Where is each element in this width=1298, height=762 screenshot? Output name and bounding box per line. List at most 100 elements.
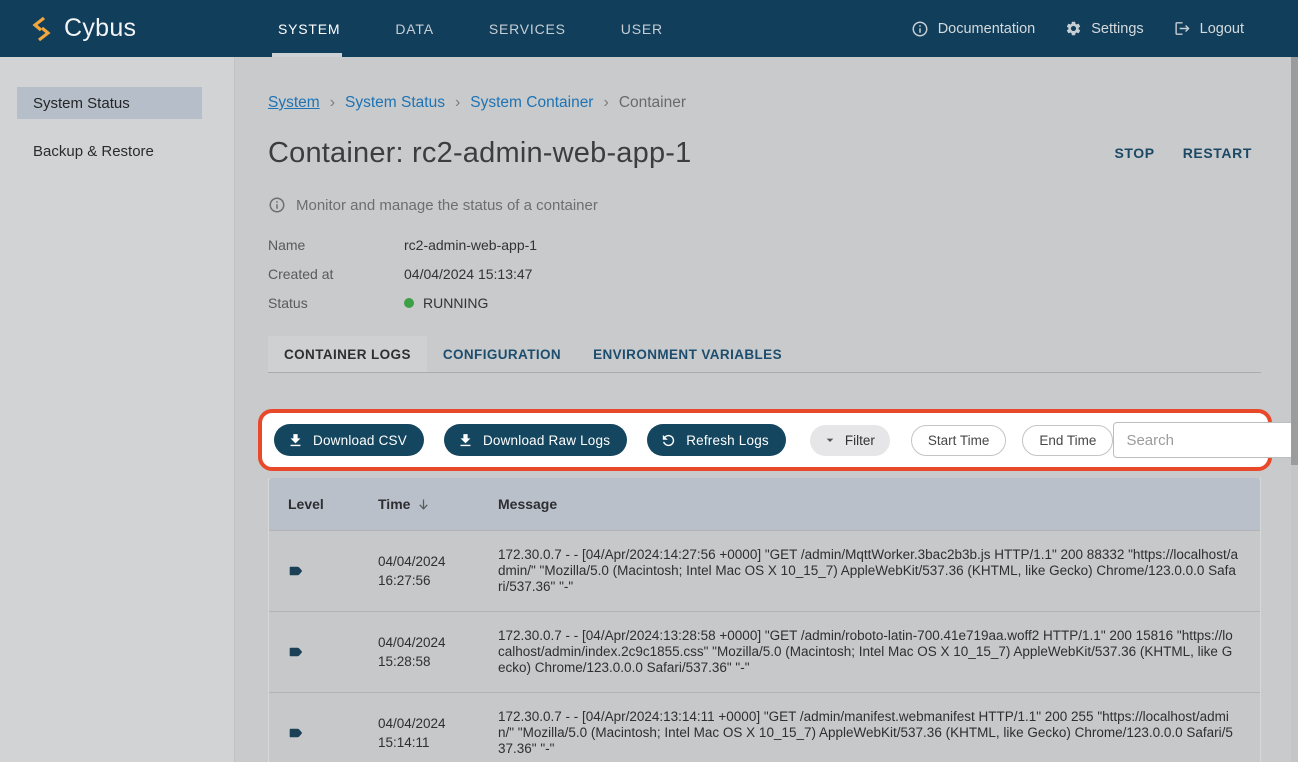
breadcrumb-separator: ›: [330, 94, 335, 112]
info-icon: [268, 196, 286, 214]
sidebar-item-system-status[interactable]: System Status: [17, 87, 202, 119]
refresh-icon: [660, 432, 677, 449]
log-time-date: 04/04/2024: [378, 552, 498, 571]
log-time-clock: 15:14:11: [378, 733, 498, 752]
breadcrumb-current: Container: [619, 94, 686, 112]
detail-row-created: Created at 04/04/2024 15:13:47: [268, 265, 1261, 282]
column-header-level: Level: [269, 496, 378, 512]
navbar-actions: Documentation Settings Logout: [911, 0, 1244, 57]
table-row: 04/04/2024 15:28:58 172.30.0.7 - - [04/A…: [269, 611, 1260, 692]
chevron-down-icon: [822, 432, 838, 448]
download-raw-logs-label: Download Raw Logs: [483, 433, 610, 448]
search-box: [1113, 422, 1298, 458]
log-message-cell: 172.30.0.7 - - [04/Apr/2024:14:27:56 +00…: [498, 547, 1260, 596]
filter-label: Filter: [845, 433, 875, 448]
tab-container-logs[interactable]: CONTAINER LOGS: [268, 336, 427, 372]
download-icon: [457, 432, 474, 449]
documentation-label: Documentation: [938, 21, 1036, 37]
table-row: 04/04/2024 15:14:11 172.30.0.7 - - [04/A…: [269, 692, 1260, 762]
detail-label: Created at: [268, 266, 404, 282]
filter-dropdown[interactable]: Filter: [810, 425, 890, 456]
toolbar-highlight-annotation: Download CSV Download Raw Logs Refresh L…: [258, 409, 1272, 471]
main-content: System › System Status › System Containe…: [236, 57, 1298, 762]
page-title: Container: rc2-admin-web-app-1: [268, 137, 691, 170]
detail-value-created: 04/04/2024 15:13:47: [404, 266, 532, 282]
log-level-cell: [269, 726, 378, 740]
brand-logo[interactable]: Cybus: [30, 0, 136, 57]
detail-row-status: Status RUNNING: [268, 294, 1261, 311]
log-time-cell: 04/04/2024 15:28:58: [378, 633, 498, 671]
app-window: Cybus SYSTEM DATA SERVICES USER Document…: [0, 0, 1298, 762]
log-level-cell: [269, 564, 378, 578]
search-input[interactable]: [1126, 432, 1298, 449]
log-level-cell: [269, 645, 378, 659]
documentation-link[interactable]: Documentation: [911, 20, 1036, 38]
title-row: Container: rc2-admin-web-app-1 STOP REST…: [268, 132, 1261, 174]
detail-label: Status: [268, 295, 404, 311]
column-header-time-label: Time: [378, 496, 410, 512]
column-header-time[interactable]: Time: [378, 496, 498, 512]
logs-table: Level Time Message 04/04/2024 16:27:56 1…: [268, 478, 1261, 762]
logout-link[interactable]: Logout: [1174, 20, 1244, 37]
download-csv-label: Download CSV: [313, 433, 407, 448]
download-raw-logs-button[interactable]: Download Raw Logs: [444, 424, 627, 456]
log-level-label-icon: [288, 645, 303, 659]
log-time-cell: 04/04/2024 15:14:11: [378, 714, 498, 752]
status-text: RUNNING: [423, 295, 488, 311]
start-time-button[interactable]: Start Time: [911, 425, 1007, 456]
refresh-logs-label: Refresh Logs: [686, 433, 769, 448]
primary-nav: SYSTEM DATA SERVICES USER: [278, 0, 663, 57]
nav-tab-services[interactable]: SERVICES: [489, 21, 566, 37]
log-time-date: 04/04/2024: [378, 714, 498, 733]
settings-label: Settings: [1091, 21, 1143, 37]
sidebar-item-backup-restore[interactable]: Backup & Restore: [17, 135, 202, 167]
container-details: Name rc2-admin-web-app-1 Created at 04/0…: [268, 236, 1261, 311]
end-time-button[interactable]: End Time: [1022, 425, 1113, 456]
refresh-logs-button[interactable]: Refresh Logs: [647, 424, 786, 456]
breadcrumb-separator: ›: [603, 94, 608, 112]
restart-button[interactable]: RESTART: [1183, 145, 1252, 161]
column-header-message: Message: [498, 496, 1260, 512]
top-navbar: Cybus SYSTEM DATA SERVICES USER Document…: [0, 0, 1298, 57]
detail-row-name: Name rc2-admin-web-app-1: [268, 236, 1261, 253]
download-csv-button[interactable]: Download CSV: [274, 424, 424, 456]
gear-icon: [1065, 20, 1082, 37]
table-header: Level Time Message: [269, 478, 1260, 530]
status-badge: RUNNING: [404, 295, 488, 311]
breadcrumb-system[interactable]: System: [268, 94, 320, 112]
log-time-clock: 15:28:58: [378, 652, 498, 671]
log-time-clock: 16:27:56: [378, 571, 498, 590]
subtitle-row: Monitor and manage the status of a conta…: [268, 196, 1261, 214]
log-message-cell: 172.30.0.7 - - [04/Apr/2024:13:28:58 +00…: [498, 628, 1260, 677]
nav-tab-system[interactable]: SYSTEM: [278, 21, 340, 37]
stop-button[interactable]: STOP: [1114, 145, 1154, 161]
brand-name: Cybus: [64, 14, 136, 43]
breadcrumb-system-status[interactable]: System Status: [345, 94, 445, 112]
scrollbar-thumb[interactable]: [1291, 57, 1298, 465]
log-time-date: 04/04/2024: [378, 633, 498, 652]
log-time-cell: 04/04/2024 16:27:56: [378, 552, 498, 590]
settings-link[interactable]: Settings: [1065, 20, 1143, 37]
breadcrumb-system-container[interactable]: System Container: [470, 94, 593, 112]
active-tab-indicator: [272, 53, 342, 57]
download-icon: [287, 432, 304, 449]
log-message-cell: 172.30.0.7 - - [04/Apr/2024:13:14:11 +00…: [498, 709, 1260, 758]
status-running-dot: [404, 298, 414, 308]
nav-tab-data[interactable]: DATA: [395, 21, 433, 37]
log-level-label-icon: [288, 726, 303, 740]
cybus-logo-icon: [30, 15, 54, 43]
nav-tab-user[interactable]: USER: [621, 21, 663, 37]
vertical-scrollbar: [1291, 57, 1298, 762]
sort-desc-arrow-icon: [416, 497, 431, 512]
detail-label: Name: [268, 237, 404, 253]
logout-icon: [1174, 20, 1191, 37]
breadcrumb-separator: ›: [455, 94, 460, 112]
page-subtitle: Monitor and manage the status of a conta…: [296, 197, 598, 214]
container-actions: STOP RESTART: [1114, 145, 1252, 161]
tab-configuration[interactable]: CONFIGURATION: [427, 336, 577, 372]
tab-environment-variables[interactable]: ENVIRONMENT VARIABLES: [577, 336, 798, 372]
breadcrumb: System › System Status › System Containe…: [268, 94, 1261, 112]
logout-label: Logout: [1200, 21, 1244, 37]
sidebar: System Status Backup & Restore: [0, 57, 235, 762]
table-row: 04/04/2024 16:27:56 172.30.0.7 - - [04/A…: [269, 530, 1260, 611]
